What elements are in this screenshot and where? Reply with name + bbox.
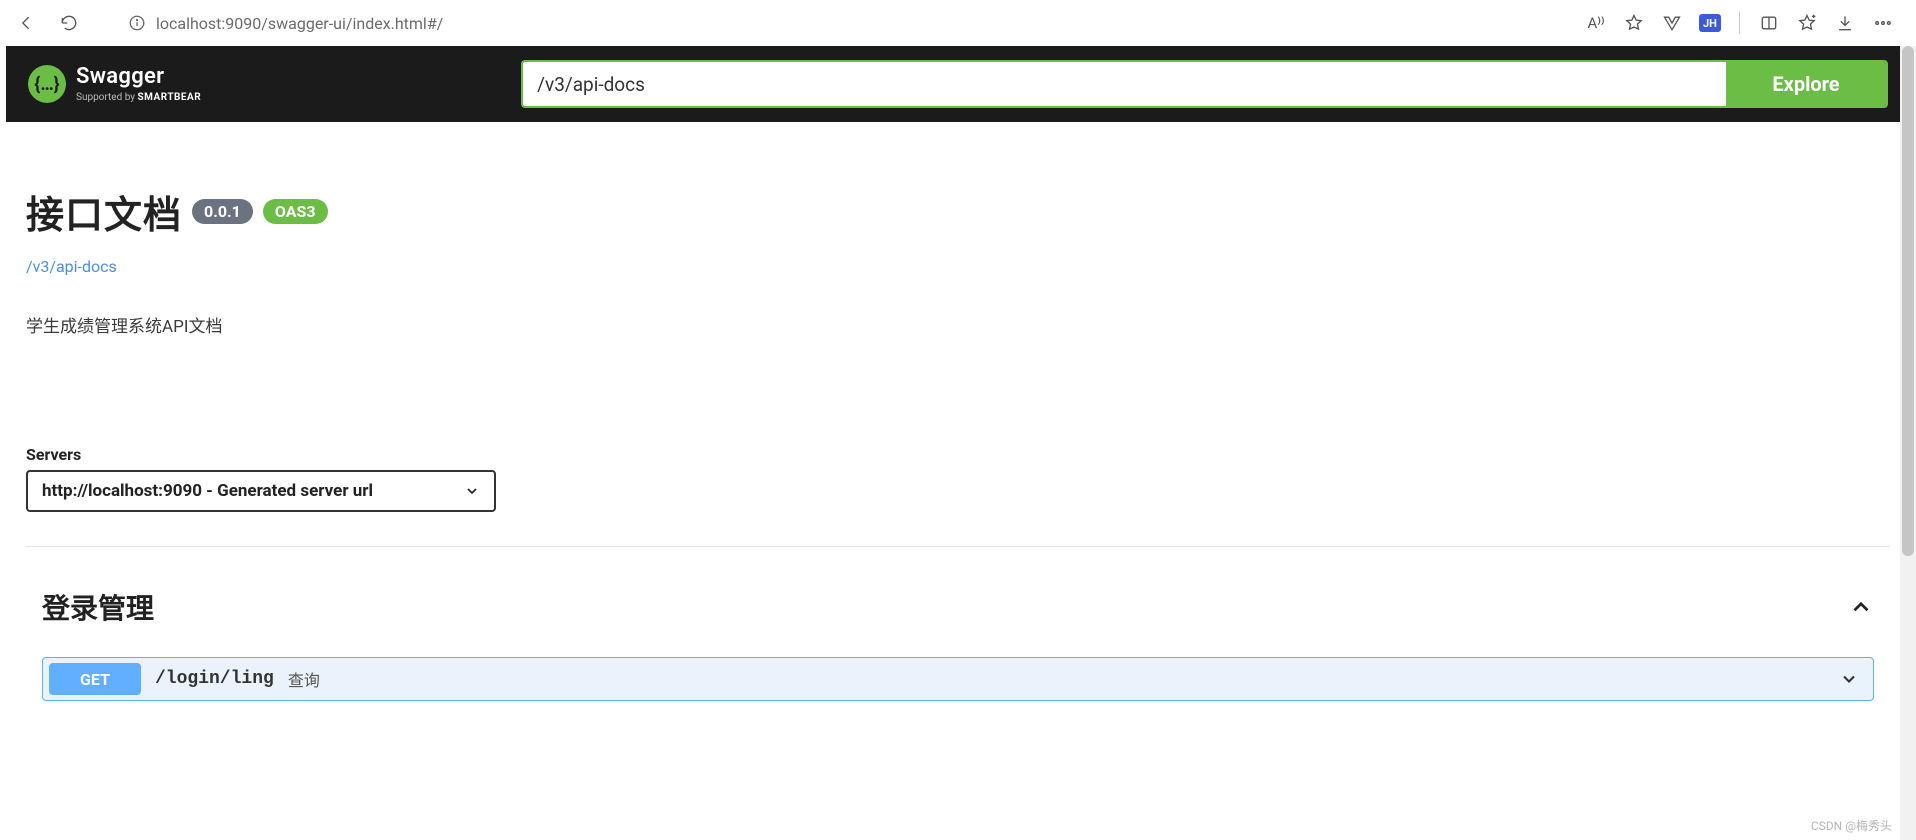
api-docs-link[interactable]: /v3/api-docs xyxy=(26,257,117,276)
version-badge: 0.0.1 xyxy=(192,199,253,224)
split-screen-button[interactable] xyxy=(1752,6,1786,40)
url-path: /swagger-ui/index.html#/ xyxy=(261,14,443,33)
swagger-logo-icon: {…} xyxy=(28,65,66,103)
api-description: 学生成绩管理系统API文档 xyxy=(26,312,1890,337)
back-button[interactable] xyxy=(10,6,44,40)
explore-form: Explore xyxy=(521,60,1888,108)
spec-url-input[interactable] xyxy=(523,62,1726,106)
browser-right-controls: A⁾⁾ JH xyxy=(1579,6,1906,40)
vue-extension-icon[interactable] xyxy=(1655,6,1689,40)
chevron-down-icon xyxy=(464,483,480,499)
chevron-up-icon xyxy=(1848,594,1874,620)
jh-extension-icon[interactable]: JH xyxy=(1693,6,1727,40)
separator xyxy=(1739,12,1740,34)
refresh-button[interactable] xyxy=(52,6,86,40)
swagger-logo-text: Swagger xyxy=(76,66,201,88)
arrow-left-icon xyxy=(17,13,37,33)
server-selected-value: http://localhost:9090 - Generated server… xyxy=(42,481,373,501)
servers-section: Servers http://localhost:9090 - Generate… xyxy=(26,445,1890,512)
scrollbar[interactable] xyxy=(1900,46,1916,840)
info-icon xyxy=(128,14,146,32)
http-method-badge: GET xyxy=(49,663,141,695)
swagger-logo-subtext: Supported by SMARTBEAR xyxy=(76,92,201,103)
download-icon xyxy=(1835,13,1855,33)
refresh-icon xyxy=(59,13,79,33)
swagger-topbar: {…} Swagger Supported by SMARTBEAR Explo… xyxy=(6,46,1910,122)
tag-title: 登录管理 xyxy=(42,587,154,627)
api-title: 接口文档 xyxy=(26,184,182,239)
read-aloud-button[interactable]: A⁾⁾ xyxy=(1579,6,1613,40)
operation-path: /login/ling xyxy=(155,669,274,689)
watermark: CSDN @梅秀头 xyxy=(1811,817,1892,834)
dots-icon xyxy=(1873,13,1893,33)
swagger-content: 接口文档 0.0.1 OAS3 /v3/api-docs 学生成绩管理系统API… xyxy=(0,122,1916,701)
swagger-logo[interactable]: {…} Swagger Supported by SMARTBEAR xyxy=(28,65,201,103)
server-select[interactable]: http://localhost:9090 - Generated server… xyxy=(26,470,496,512)
scrollbar-thumb[interactable] xyxy=(1902,46,1914,556)
operation-summary: 查询 xyxy=(288,667,1839,691)
address-bar[interactable]: localhost:9090/swagger-ui/index.html#/ xyxy=(114,6,1561,40)
split-icon xyxy=(1759,13,1779,33)
tag-section: 登录管理 GET /login/ling 查询 xyxy=(26,587,1890,701)
operation-row[interactable]: GET /login/ling 查询 xyxy=(42,657,1874,701)
divider xyxy=(26,546,1890,547)
favorites-menu-button[interactable] xyxy=(1790,6,1824,40)
downloads-button[interactable] xyxy=(1828,6,1862,40)
favorite-button[interactable] xyxy=(1617,6,1651,40)
explore-button[interactable]: Explore xyxy=(1726,62,1886,106)
star-icon xyxy=(1624,13,1644,33)
servers-label: Servers xyxy=(26,445,1890,464)
more-menu-button[interactable] xyxy=(1866,6,1900,40)
tag-header[interactable]: 登录管理 xyxy=(42,587,1874,627)
star-plus-icon xyxy=(1797,13,1817,33)
browser-toolbar: localhost:9090/swagger-ui/index.html#/ A… xyxy=(0,0,1916,46)
oas-badge: OAS3 xyxy=(263,199,328,224)
chevron-down-icon xyxy=(1839,669,1859,689)
api-title-row: 接口文档 0.0.1 OAS3 xyxy=(26,184,1890,239)
url-host: localhost xyxy=(156,14,221,33)
vue-icon xyxy=(1662,13,1682,33)
url-port: :9090 xyxy=(221,14,261,33)
